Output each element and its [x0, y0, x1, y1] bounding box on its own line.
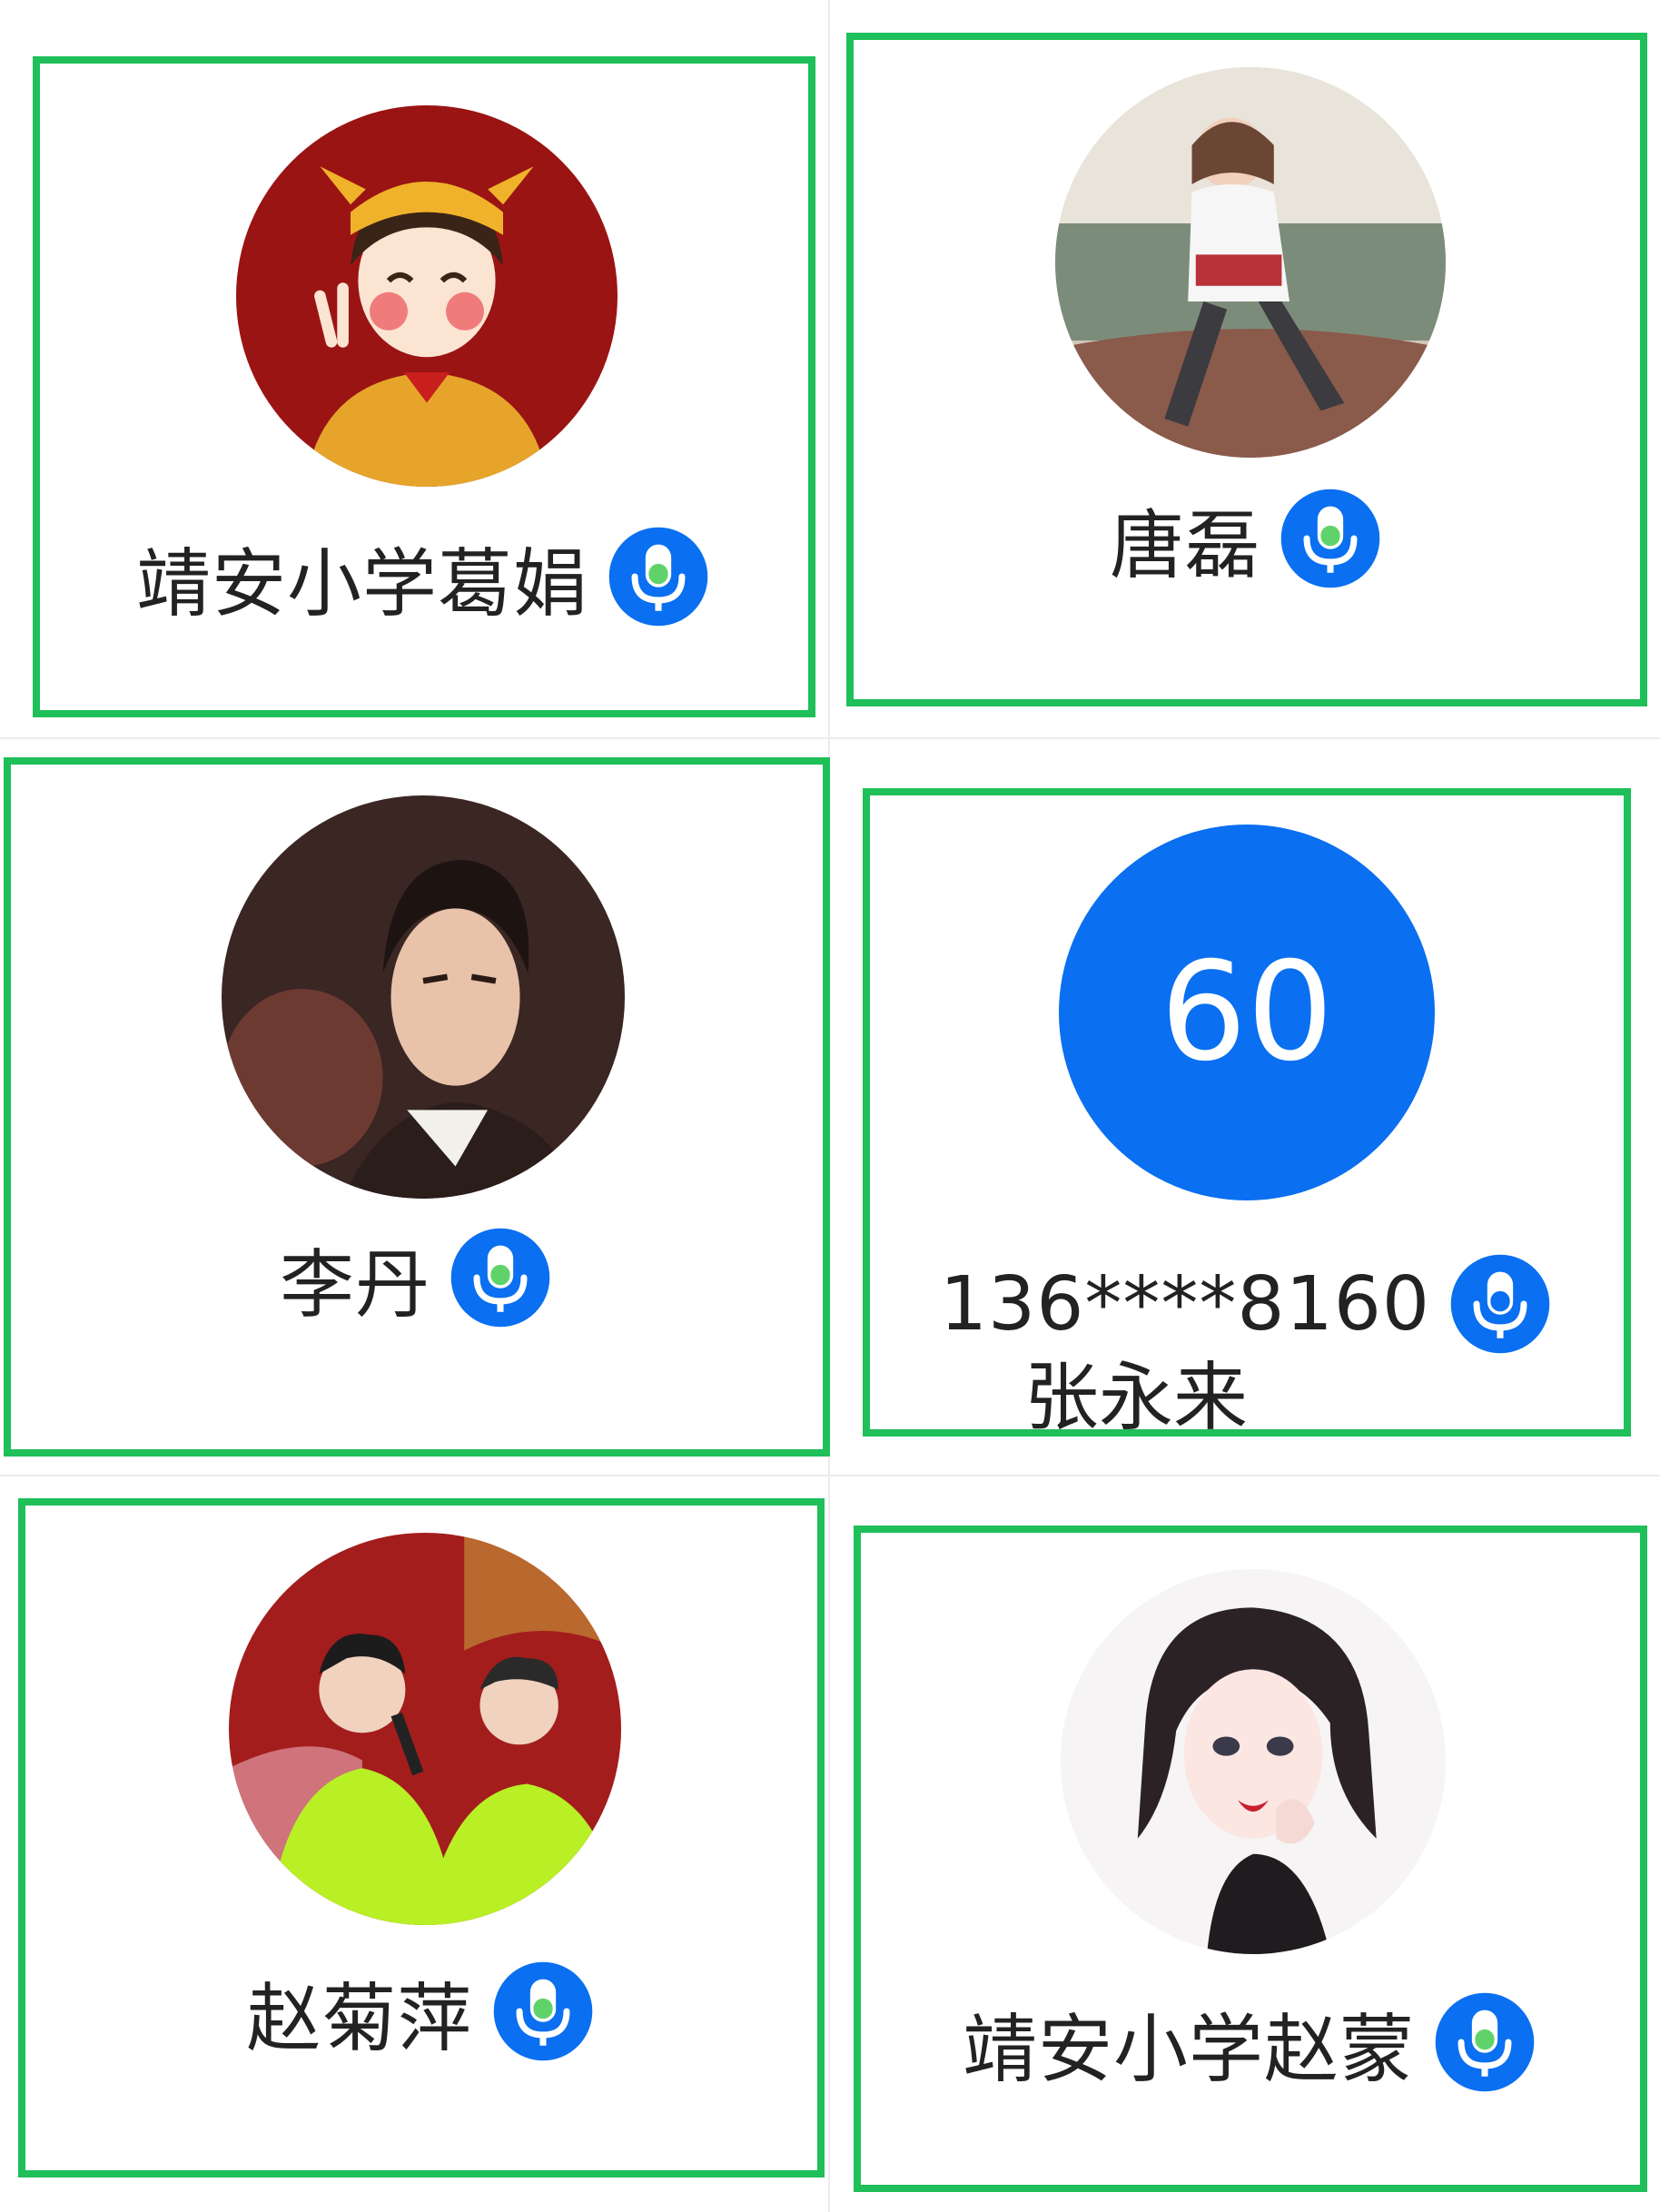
avatar — [229, 1533, 621, 1925]
participant-name: 靖安小学葛娟 — [135, 540, 588, 627]
participant-tile[interactable]: 李丹 — [4, 757, 830, 1457]
participant-name: 赵菊萍 — [246, 1975, 473, 2062]
score-value: 60 — [1160, 933, 1334, 1091]
participant-tile[interactable]: 靖安小学葛娟 — [33, 56, 815, 717]
participant-name-row: 李丹 — [11, 1219, 823, 1337]
avatar — [1061, 1569, 1446, 1954]
participant-name-row: 赵菊萍 — [25, 1952, 817, 2070]
avatar — [1055, 67, 1446, 458]
participant-tile[interactable]: 唐磊 — [846, 33, 1647, 706]
row-divider — [0, 737, 1660, 739]
participant-name-row: 靖安小学赵蒙 — [861, 1983, 1640, 2101]
participant-name: 唐磊 — [1109, 502, 1260, 589]
microphone-icon[interactable] — [1431, 1989, 1538, 2096]
avatar — [222, 795, 625, 1199]
microphone-icon[interactable] — [1447, 1250, 1554, 1358]
participant-name-row: 靖安小学葛娟 — [40, 518, 808, 636]
participant-phone: 136****8160 — [939, 1260, 1431, 1348]
microphone-icon[interactable] — [447, 1224, 554, 1331]
participant-name: 靖安小学赵蒙 — [962, 2006, 1415, 2093]
microphone-icon[interactable] — [605, 523, 712, 630]
participant-name-row: 唐磊 — [854, 479, 1640, 597]
microphone-icon[interactable] — [489, 1958, 597, 2065]
participant-tile[interactable]: 赵菊萍 — [18, 1498, 825, 2177]
participant-tile[interactable]: 靖安小学赵蒙 — [854, 1526, 1647, 2192]
row-divider — [0, 1475, 1660, 1476]
microphone-icon[interactable] — [1277, 485, 1384, 592]
participant-name: 李丹 — [279, 1241, 430, 1328]
participant-tile[interactable]: 60 136****8160 张永来 — [863, 788, 1631, 1441]
score-avatar: 60 — [1059, 825, 1435, 1200]
avatar — [236, 105, 618, 487]
participant-sub-name: 张永来 — [1024, 1355, 1249, 1441]
